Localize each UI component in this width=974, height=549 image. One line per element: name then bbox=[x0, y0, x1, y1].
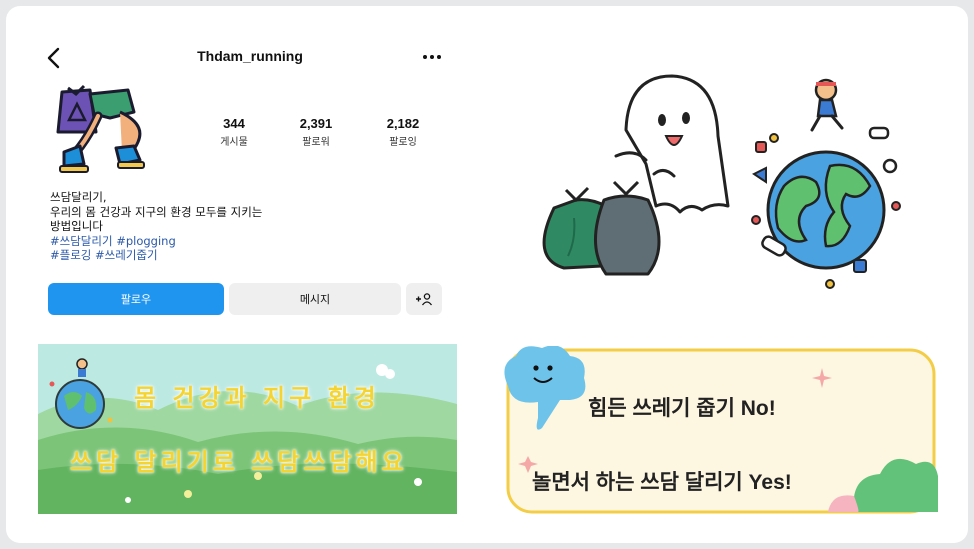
ghost-trash-earth-illustration bbox=[542, 74, 901, 289]
more-options-icon[interactable] bbox=[420, 52, 444, 62]
message-button[interactable]: 메시지 bbox=[229, 283, 401, 315]
banner-headline-2: 쓰담 달리기로 쓰담쓰담해요 bbox=[70, 448, 408, 476]
back-arrow-icon[interactable] bbox=[44, 46, 66, 70]
bio-hashtags-1[interactable]: #쓰담달리기 #plogging bbox=[50, 234, 380, 249]
profile-username: Thdam_running bbox=[197, 48, 303, 64]
add-user-button[interactable] bbox=[406, 283, 442, 315]
follow-button[interactable]: 팔로우 bbox=[48, 283, 224, 315]
bio-line-2: 우리의 몸 건강과 지구의 환경 모두를 지키는 bbox=[50, 204, 263, 219]
stat-following-label: 팔로잉 bbox=[389, 137, 417, 148]
stat-followers-label: 팔로워 bbox=[302, 137, 330, 148]
banner-landscape-background bbox=[38, 344, 457, 514]
bio-line-1: 쓰담달리기, bbox=[50, 190, 107, 204]
stat-following[interactable]: 2,182 팔로잉 bbox=[368, 116, 438, 148]
campaign-banner: 몸 건강과 지구 환경 쓰담 달리기로 쓰담쓰담해요 bbox=[38, 344, 457, 514]
bubble-line-1: 힘든 쓰레기 줍기 No! bbox=[588, 397, 776, 420]
stat-followers-value: 2,391 bbox=[299, 116, 333, 131]
stat-posts-value: 344 bbox=[223, 116, 245, 131]
add-user-icon bbox=[416, 293, 433, 306]
stat-posts[interactable]: 344 게시물 bbox=[199, 116, 269, 148]
bio-line-3: 방법입니다 bbox=[50, 219, 103, 233]
banner-headline-1: 몸 건강과 지구 환경 bbox=[134, 384, 380, 412]
stat-following-value: 2,182 bbox=[386, 116, 420, 131]
stat-followers[interactable]: 2,391 팔로워 bbox=[281, 116, 351, 148]
bio-hashtags-2[interactable]: #플로깅 #쓰레기줍기 bbox=[50, 248, 380, 263]
avatar bbox=[56, 84, 145, 173]
profile-bio: 쓰담달리기, 우리의 몸 건강과 지구의 환경 모두를 지키는 방법입니다 #쓰… bbox=[50, 190, 380, 263]
bubble-line-2: 놀면서 하는 쓰담 달리기 Yes! bbox=[532, 471, 792, 494]
stat-posts-label: 게시물 bbox=[220, 137, 248, 148]
